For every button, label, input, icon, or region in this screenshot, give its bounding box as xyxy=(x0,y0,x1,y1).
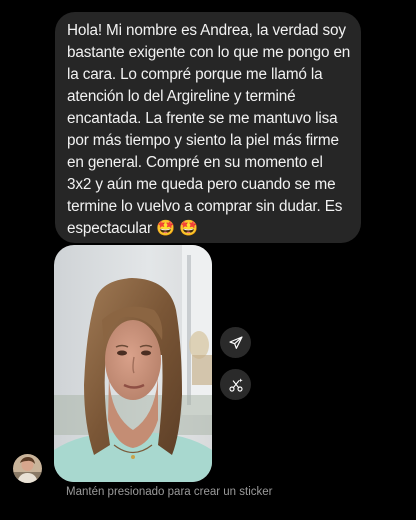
scissors-sparkle-icon xyxy=(228,377,243,392)
sticker-hint: Mantén presionado para crear un sticker xyxy=(66,486,273,498)
avatar[interactable] xyxy=(13,454,42,483)
message-text: Hola! Mi nombre es Andrea, la verdad soy… xyxy=(67,22,351,237)
message-bubble[interactable]: Hola! Mi nombre es Andrea, la verdad soy… xyxy=(55,12,361,243)
chat-thread: Hola! Mi nombre es Andrea, la verdad soy… xyxy=(0,0,416,520)
shared-photo[interactable] xyxy=(54,245,212,482)
photo-image xyxy=(54,245,212,482)
create-sticker-button[interactable] xyxy=(220,369,251,400)
share-button[interactable] xyxy=(220,327,251,358)
avatar-photo xyxy=(13,454,42,483)
paper-plane-icon xyxy=(228,335,243,349)
